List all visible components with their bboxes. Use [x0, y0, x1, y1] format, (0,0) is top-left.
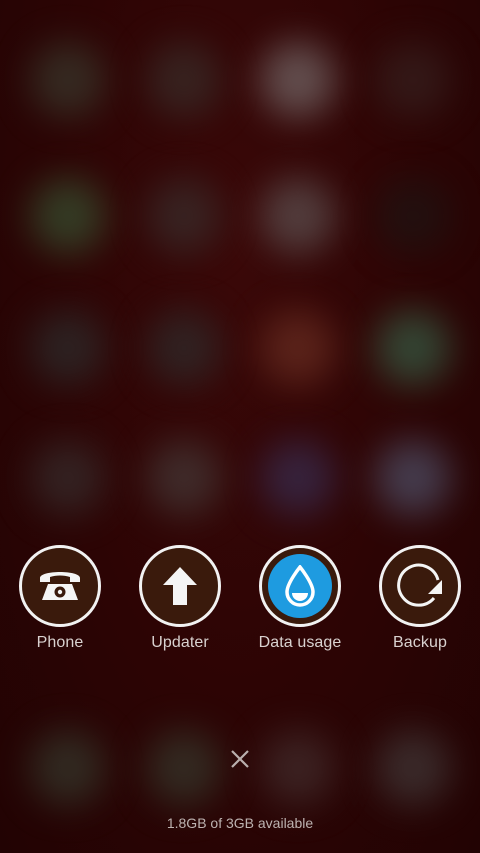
- blurred-app-icon: [30, 440, 106, 516]
- phone-action[interactable]: Phone: [5, 545, 115, 655]
- updater-action-label: Updater: [151, 634, 209, 651]
- water-drop-icon: [285, 565, 315, 607]
- blurred-app-icon: [146, 310, 222, 386]
- blurred-app-icon: [260, 178, 336, 254]
- close-button[interactable]: [226, 745, 254, 773]
- blurred-app-grid: [0, 0, 480, 853]
- blurred-app-icon: [146, 178, 222, 254]
- blurred-app-icon: [30, 42, 106, 118]
- memory-status-text: 1.8GB of 3GB available: [166, 815, 314, 831]
- data-usage-action-button[interactable]: [259, 545, 341, 627]
- data-usage-action[interactable]: Data usage: [245, 545, 355, 655]
- blurred-app-icon: [375, 310, 451, 386]
- blurred-app-icon: [30, 310, 106, 386]
- blurred-app-icon: [375, 42, 451, 118]
- data-usage-icon-bg: [268, 554, 332, 618]
- quick-actions-row: Phone Updater Data usage Backup: [0, 545, 480, 655]
- updater-action[interactable]: Updater: [125, 545, 235, 655]
- blurred-app-icon: [30, 730, 106, 806]
- screen: Phone Updater Data usage Backup 1.8GB of…: [0, 0, 480, 853]
- backup-action-button[interactable]: [379, 545, 461, 627]
- backup-icon: [397, 563, 442, 607]
- blurred-app-icon: [30, 178, 106, 254]
- backup-action[interactable]: Backup: [365, 545, 475, 655]
- blurred-app-icon: [260, 310, 336, 386]
- backup-action-label: Backup: [393, 634, 447, 651]
- blurred-app-icon: [146, 440, 222, 516]
- blurred-app-icon: [260, 730, 336, 806]
- blurred-app-icon: [260, 440, 336, 516]
- blurred-app-icon: [375, 440, 451, 516]
- blurred-app-icon: [260, 42, 336, 118]
- blurred-app-icon: [146, 730, 222, 806]
- data-usage-action-label: Data usage: [258, 634, 342, 651]
- blurred-app-icon: [375, 178, 451, 254]
- updater-action-button[interactable]: [139, 545, 221, 627]
- phone-action-button[interactable]: [19, 545, 101, 627]
- blurred-app-icon: [146, 42, 222, 118]
- phone-action-label: Phone: [36, 634, 84, 651]
- blurred-app-icon: [375, 730, 451, 806]
- phone-icon: [40, 572, 80, 600]
- arrow-up-icon: [163, 567, 197, 605]
- close-icon: [231, 750, 249, 768]
